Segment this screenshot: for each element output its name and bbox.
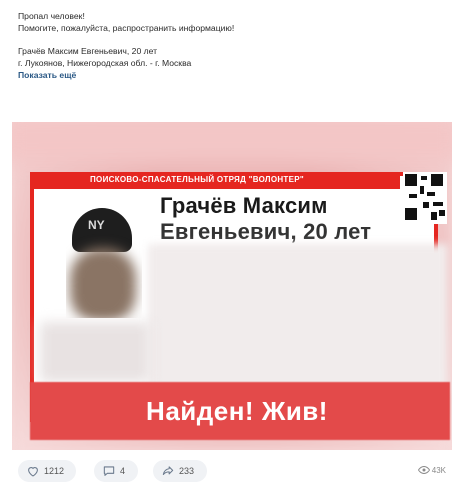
- post-text: Пропал человек! Помогите, пожалуйста, ра…: [18, 10, 438, 81]
- post-image[interactable]: ПОИСКОВО-СПАСАТЕЛЬНЫЙ ОТРЯД "ВОЛОНТЕР" N…: [12, 122, 452, 450]
- comment-count: 4: [120, 466, 126, 476]
- post-line-2: Помогите, пожалуйста, распространить инф…: [18, 23, 235, 33]
- status-text: Найден! Жив!: [146, 396, 328, 426]
- post-line-3: Грачёв Максим Евгеньевич, 20 лет: [18, 46, 158, 56]
- person-name-line-1: Грачёв Максим: [160, 193, 328, 218]
- post-line-1: Пропал человек!: [18, 11, 85, 21]
- share-icon: [162, 466, 174, 476]
- comment-button[interactable]: 4: [94, 460, 138, 482]
- blurred-details: [148, 244, 448, 394]
- eye-icon: [417, 466, 430, 474]
- blurred-face: [70, 248, 136, 318]
- avatar: NY: [66, 208, 142, 318]
- heart-icon: [28, 467, 38, 477]
- like-button[interactable]: 1212: [18, 460, 76, 482]
- person-name-line-2: Евгеньевич, 20 лет: [160, 219, 372, 244]
- blurred-photo-area: [40, 322, 150, 382]
- views-count: 43K: [431, 465, 446, 475]
- show-more-link[interactable]: Показать ещё: [18, 69, 438, 81]
- like-count: 1212: [44, 466, 65, 476]
- missing-person-banner: ПОИСКОВО-СПАСАТЕЛЬНЫЙ ОТРЯД "ВОЛОНТЕР" N…: [30, 172, 450, 440]
- org-name: ПОИСКОВО-СПАСАТЕЛЬНЫЙ ОТРЯД "ВОЛОНТЕР": [90, 175, 304, 184]
- share-count: 233: [179, 466, 195, 476]
- post-actions: 1212 4 233 43K: [18, 460, 454, 484]
- cap-logo: NY: [88, 218, 105, 232]
- share-button[interactable]: 233: [153, 460, 207, 482]
- comment-icon: [103, 466, 115, 476]
- views-counter: 43K: [417, 465, 446, 475]
- qr-code-icon: [403, 172, 447, 224]
- post-line-4: г. Лукоянов, Нижегородская обл. - г. Мос…: [18, 58, 192, 68]
